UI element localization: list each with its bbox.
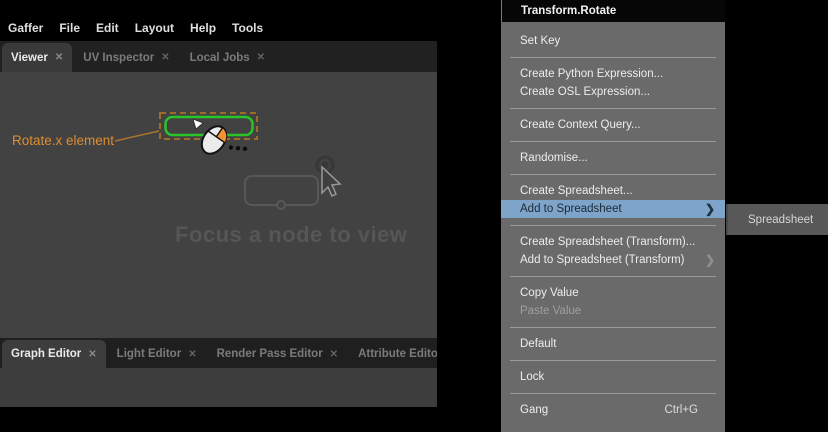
menu-item-lock[interactable]: Lock — [501, 368, 725, 386]
gaffer-window: Gaffer File Edit Layout Help Tools Viewer ✕ U… — [0, 0, 437, 407]
close-icon[interactable]: ✕ — [330, 349, 338, 360]
menu-item-create-context-query[interactable]: Create Context Query... — [501, 116, 725, 134]
close-icon[interactable]: ✕ — [161, 52, 169, 63]
mouse-icon — [197, 122, 231, 159]
menu-bar: Gaffer File Edit Layout Help Tools — [0, 0, 437, 41]
close-icon[interactable]: ✕ — [55, 52, 63, 63]
menu-item-create-osl-expression[interactable]: Create OSL Expression... — [501, 83, 725, 101]
submenu-item-spreadsheet[interactable]: Spreadsheet — [728, 204, 828, 235]
tab-light-editor[interactable]: Light Editor ✕ — [108, 340, 206, 368]
tab-label: Graph Editor — [11, 348, 81, 360]
tab-graph-editor[interactable]: Graph Editor ✕ — [2, 340, 106, 368]
tab-label: Attribute Editor — [358, 348, 437, 360]
menu-item-shortcut: Ctrl+G — [664, 404, 715, 416]
menu-separator — [510, 327, 716, 328]
menubar-item-help[interactable]: Help — [190, 21, 216, 35]
menu-item-add-to-spreadsheet[interactable]: Add to Spreadsheet ❯ — [501, 200, 725, 218]
menu-item-label: Copy Value — [520, 287, 715, 299]
menu-item-label: Lock — [520, 371, 715, 383]
ellipsis-dots — [229, 145, 247, 151]
menu-separator — [510, 174, 716, 175]
graph-editor-panel[interactable] — [0, 368, 437, 407]
menu-separator — [510, 393, 716, 394]
menu-item-create-spreadsheet-transform[interactable]: Create Spreadsheet (Transform)... — [501, 233, 725, 251]
menu-item-paste-value[interactable]: Paste Value — [501, 302, 725, 320]
menu-item-label: Create Spreadsheet... — [520, 185, 715, 197]
menu-item-label: Add to Spreadsheet (Transform) — [520, 254, 705, 266]
menu-item-add-to-spreadsheet-transform[interactable]: Add to Spreadsheet (Transform) ❯ — [501, 251, 725, 269]
menu-item-label: Add to Spreadsheet — [520, 203, 705, 215]
menu-separator — [510, 57, 716, 58]
pointer-cursor-icon — [193, 119, 203, 129]
node-plug — [277, 201, 285, 209]
menu-item-label: Create Context Query... — [520, 119, 715, 131]
tab-label: Render Pass Editor — [217, 348, 323, 360]
tab-local-jobs[interactable]: Local Jobs ✕ — [181, 43, 274, 72]
tab-label: Light Editor — [117, 348, 182, 360]
tab-attribute-editor[interactable]: Attribute Editor ✕ — [349, 340, 437, 368]
menu-item-default[interactable]: Default — [501, 335, 725, 353]
menubar-item-layout[interactable]: Layout — [135, 21, 174, 35]
menu-item-create-python-expression[interactable]: Create Python Expression... — [501, 65, 725, 83]
bottom-tab-bar: Graph Editor ✕ Light Editor ✕ Render Pas… — [0, 338, 437, 368]
menu-separator — [510, 360, 716, 361]
submenu-arrow-icon: ❯ — [705, 253, 715, 267]
spreadsheet-submenu: Spreadsheet — [726, 204, 828, 235]
annotation-line — [115, 131, 159, 141]
menubar-item-file[interactable]: File — [59, 21, 80, 35]
menu-separator — [510, 108, 716, 109]
menubar-item-gaffer[interactable]: Gaffer — [8, 21, 43, 35]
menu-item-copy-value[interactable]: Copy Value — [501, 284, 725, 302]
menu-item-label: Set Key — [520, 35, 715, 47]
submenu-arrow-icon: ❯ — [705, 202, 715, 216]
menu-item-gang[interactable]: Gang Ctrl+G — [501, 401, 725, 419]
menu-separator — [510, 276, 716, 277]
tab-viewer[interactable]: Viewer ✕ — [2, 43, 72, 72]
menu-separator — [510, 225, 716, 226]
tab-label: Viewer — [11, 52, 48, 64]
menu-item-label: Create Python Expression... — [520, 68, 715, 80]
close-icon[interactable]: ✕ — [188, 349, 196, 360]
context-menu-body: Set Key Create Python Expression... Crea… — [501, 22, 725, 419]
menu-item-label: Default — [520, 338, 715, 350]
annotation-label: Rotate.x element — [12, 133, 114, 148]
close-icon[interactable]: ✕ — [88, 349, 96, 360]
menu-item-label: Paste Value — [520, 305, 715, 317]
menubar-item-edit[interactable]: Edit — [96, 21, 119, 35]
menu-item-randomise[interactable]: Randomise... — [501, 149, 725, 167]
tab-label: Local Jobs — [190, 52, 250, 64]
tab-label: UV Inspector — [83, 52, 154, 64]
viewer-overlay — [0, 72, 437, 338]
menu-item-label: Randomise... — [520, 152, 715, 164]
menu-item-label: Create OSL Expression... — [520, 86, 715, 98]
menu-item-set-key[interactable]: Set Key — [501, 32, 725, 50]
top-tab-bar: Viewer ✕ UV Inspector ✕ Local Jobs ✕ — [0, 41, 437, 72]
close-icon[interactable]: ✕ — [257, 52, 265, 63]
menu-item-label: Gang — [520, 404, 664, 416]
tab-uv-inspector[interactable]: UV Inspector ✕ — [74, 43, 178, 72]
context-menu-title: Transform.Rotate — [501, 0, 725, 22]
viewer-placeholder-text: Focus a node to view — [175, 222, 407, 248]
menubar-item-tools[interactable]: Tools — [232, 21, 263, 35]
menu-separator — [510, 141, 716, 142]
desktop: Gaffer File Edit Layout Help Tools Viewer ✕ U… — [0, 0, 828, 432]
menu-item-create-spreadsheet[interactable]: Create Spreadsheet... — [501, 182, 725, 200]
context-menu: Transform.Rotate Set Key Create Python E… — [501, 0, 725, 432]
menu-item-label: Create Spreadsheet (Transform)... — [520, 236, 715, 248]
menu-item-label: Spreadsheet — [748, 214, 818, 226]
viewer-panel[interactable]: Rotate.x element Focus a node to view — [0, 72, 437, 338]
tab-render-pass-editor[interactable]: Render Pass Editor ✕ — [208, 340, 347, 368]
